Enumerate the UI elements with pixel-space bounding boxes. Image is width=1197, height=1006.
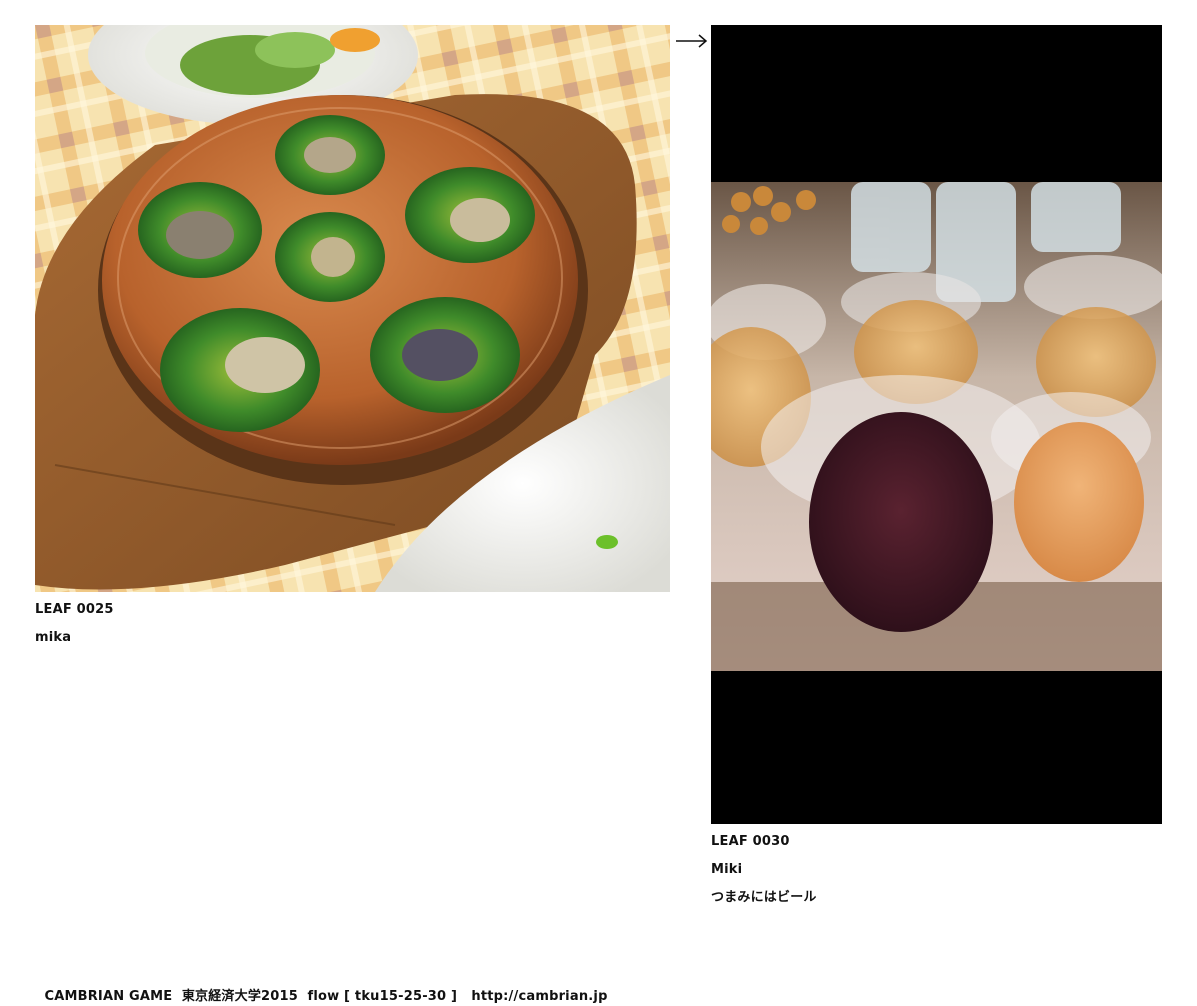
site-name-link[interactable]: CAMBRIAN GAME <box>44 989 172 1004</box>
leaf-id-label: LEAF 0030 <box>711 834 790 849</box>
leaf-author[interactable]: Miki <box>711 856 1162 884</box>
leaf-author[interactable]: mika <box>35 624 670 652</box>
footer: CAMBRIAN GAME 東京経済大学2015 flow [ tku15-25… <box>35 970 608 1004</box>
leaf-0030: LEAF 0030 Miki つまみにはビール <box>711 25 1162 912</box>
escargot-dish-photo[interactable] <box>35 25 670 592</box>
leaf-0025: LEAF 0025 mika <box>35 25 670 652</box>
site-url-link[interactable]: http://cambrian.jp <box>471 989 607 1004</box>
right-arrow-icon[interactable] <box>674 28 710 54</box>
event-label: 東京経済大学2015 <box>181 989 299 1004</box>
leaf-id-label: LEAF 0025 <box>35 602 114 617</box>
beer-photo-image <box>711 25 1162 824</box>
beer-cups-photo[interactable] <box>711 25 1162 824</box>
flow-label[interactable]: flow [ tku15-25-30 ] <box>307 989 457 1004</box>
escargot-photo-image <box>35 25 670 592</box>
leaf-comment: つまみにはビール <box>711 890 817 905</box>
